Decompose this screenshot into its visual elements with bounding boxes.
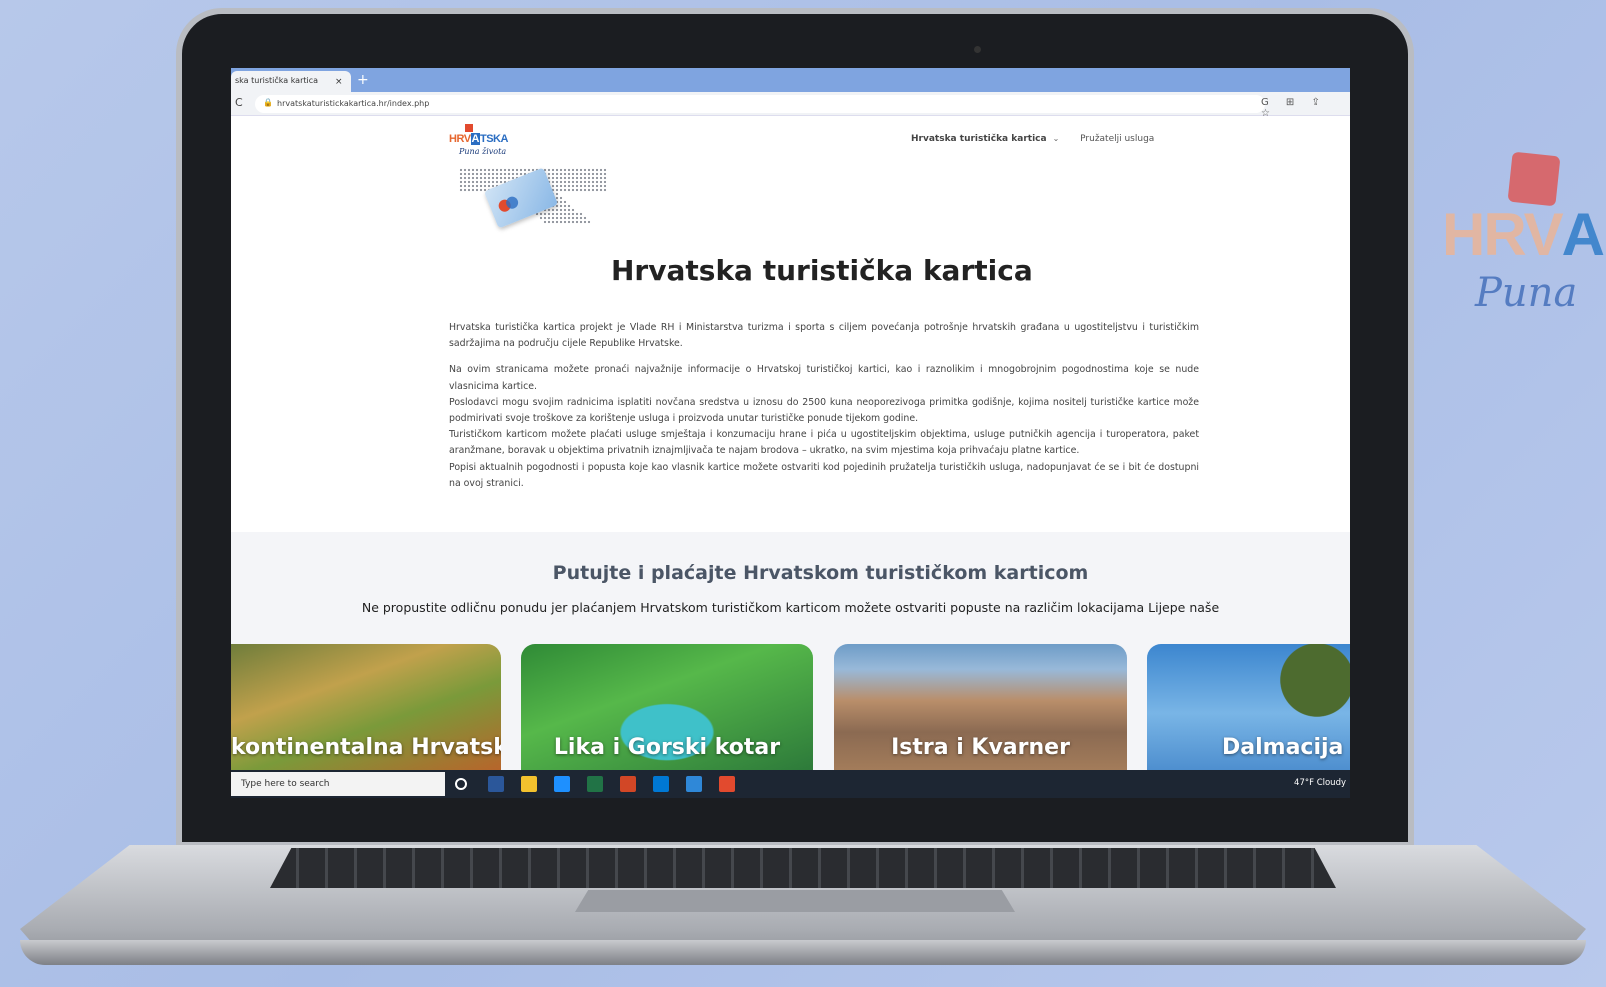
chevron-down-icon[interactable]: ⌄ [1053,134,1060,143]
webcam [974,46,981,53]
region-card-kontinentalna[interactable]: kontinentalna Hrvatska [231,644,501,770]
nav-item-card[interactable]: Hrvatska turistička kartica [911,134,1047,144]
url-input[interactable]: 🔒 hrvatskaturistickakartica.hr/index.php [255,95,1265,113]
nav-item-providers[interactable]: Pružatelji usluga [1080,134,1154,144]
site-logo[interactable]: HRVATSKA Puna života [449,124,529,164]
intro-text: Hrvatska turistička kartica projekt je V… [449,320,1199,492]
region-label: Istra i Kvarner [891,735,1070,760]
tab-title: ska turistička kartica [235,76,319,85]
intro-paragraph: Turističkom karticom možete plaćati uslu… [449,429,1199,457]
browser-tabbar: ska turistička kartica × + [231,68,1350,92]
laptop-front-edge [20,940,1586,965]
taskbar-app-icon[interactable] [719,776,735,792]
main-nav: Hrvatska turistička kartica ⌄ Pružatelji … [911,134,1154,144]
intro-paragraph: Popisi aktualnih pogodnosti i popusta ko… [449,461,1199,489]
intro-paragraph: Hrvatska turistička kartica projekt je V… [449,322,1199,350]
close-tab-icon[interactable]: × [335,77,343,87]
taskbar-app-icon[interactable] [587,776,603,792]
taskbar-app-icon[interactable] [521,776,537,792]
weather-widget[interactable]: 47°F Cloudy [1294,778,1346,788]
background-logo-script: Puna [1475,270,1578,316]
taskbar-app-icon[interactable] [554,776,570,792]
browser-tab[interactable]: ska turistička kartica × [231,71,351,92]
regions-title: Putujte i plaćajte Hrvatskom turističkom… [552,562,1089,584]
page-title: Hrvatska turistička kartica [611,254,1033,287]
logo-square [465,124,473,132]
taskbar-app-icon[interactable] [620,776,636,792]
regions-subtitle: Ne propustite odličnu ponudu jer plaćanj… [361,600,1220,615]
region-label: kontinentalna Hrvatska [231,735,501,760]
taskbar-search-input[interactable]: Type here to search [231,772,445,796]
logo-red-square [1507,151,1561,207]
trackpad [575,890,1015,912]
background-logo-word: HRVA [1442,201,1605,268]
taskbar-app-icon[interactable] [686,776,702,792]
region-card-istra[interactable]: Istra i Kvarner [834,644,1127,770]
intro-paragraph: Poslodavci mogu svojim radnicima isplati… [449,396,1199,425]
windows-taskbar: Type here to search 47°F Cloudy [231,770,1350,798]
url-text: hrvatskaturistickakartica.hr/index.php [277,99,430,108]
address-bar: C 🔒 hrvatskaturistickakartica.hr/index.p… [231,92,1350,119]
taskbar-app-icon[interactable] [653,776,669,792]
lock-icon: 🔒 [263,98,273,107]
intro-paragraph: Na ovim stranicama možete pronaći najvaž… [449,364,1199,392]
taskbar-app-icon[interactable] [488,776,504,792]
laptop-screen: ska turistička kartica × + C 🔒 hrvatskat… [231,68,1350,798]
region-label: Lika i Gorski kotar [553,735,781,760]
region-label: Dalmacija [1222,735,1344,760]
keyboard [270,848,1336,888]
logo-tagline: Puna života [459,147,507,156]
region-card-dalmacija[interactable]: Dalmacija [1147,644,1350,770]
taskbar-app-icon[interactable] [455,778,467,790]
reload-icon[interactable]: C [235,96,243,109]
background-logo: HRVA Puna [1430,140,1606,340]
new-tab-button[interactable]: + [357,71,369,89]
logo-wordmark: HRVATSKA [449,133,508,145]
region-card-lika[interactable]: Lika i Gorski kotar [521,644,813,770]
pine-tree-decoration [1257,644,1350,734]
web-page: HRVATSKA Puna života Hrvatska turistička… [231,116,1350,770]
